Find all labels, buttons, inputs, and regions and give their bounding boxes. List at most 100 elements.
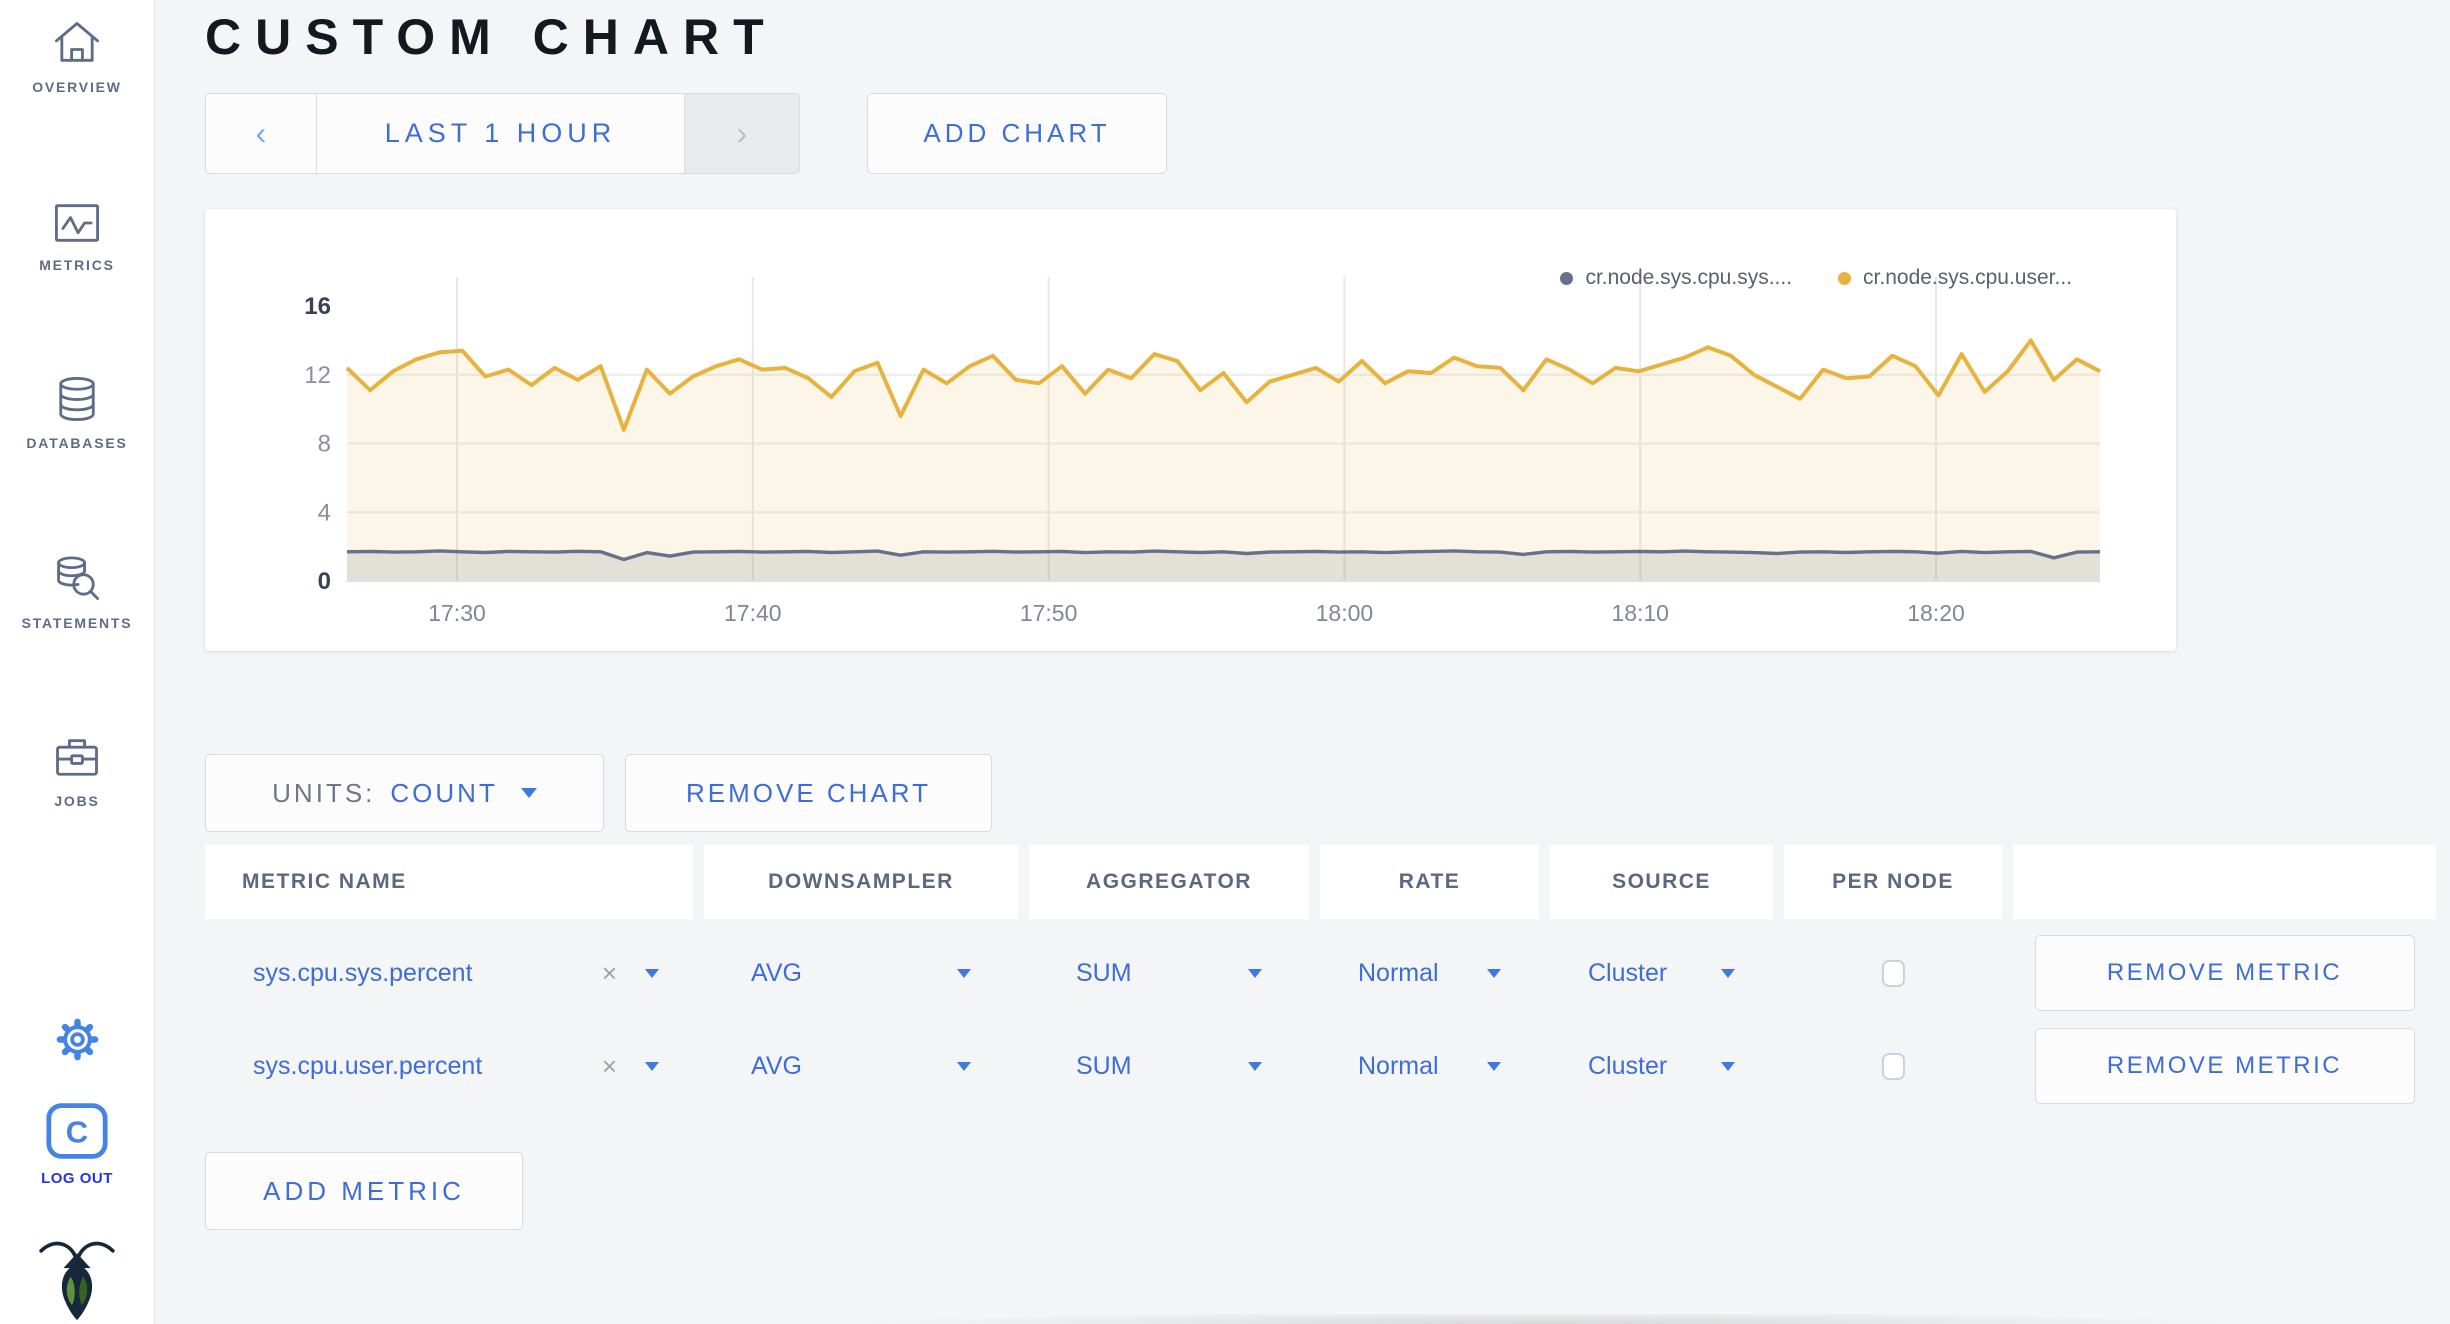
svg-text:12: 12 xyxy=(304,362,331,389)
add-chart-button[interactable]: ADD CHART xyxy=(867,93,1167,174)
cockroach-bug-icon xyxy=(0,1236,154,1320)
svg-text:0: 0 xyxy=(318,568,331,595)
column-header-rate: RATE xyxy=(1320,845,1539,919)
logout-button[interactable]: C LOG OUT xyxy=(0,1100,154,1187)
metrics-table: METRIC NAME DOWNSAMPLER AGGREGATOR RATE … xyxy=(205,845,2436,1105)
legend-dot-user xyxy=(1838,271,1852,285)
chevron-down-icon xyxy=(1721,1061,1735,1071)
column-header-actions xyxy=(2013,845,2436,919)
sidebar-item-metrics[interactable]: METRICS xyxy=(0,200,154,273)
chevron-down-icon xyxy=(520,788,537,798)
chevron-down-icon xyxy=(1721,968,1735,978)
database-icon xyxy=(0,374,154,424)
legend-dot-sys xyxy=(1560,271,1574,285)
downsampler-dropdown[interactable]: AVG xyxy=(704,934,1018,1012)
sidebar-item-overview[interactable]: OVERVIEW xyxy=(0,18,154,95)
chevron-down-icon xyxy=(645,968,659,978)
chevron-left-icon: ‹ xyxy=(255,115,267,151)
actions-cell: REMOVE METRIC xyxy=(2013,934,2436,1012)
svg-text:17:50: 17:50 xyxy=(1020,600,1078,626)
legend-label-sys: cr.node.sys.cpu.sys.... xyxy=(1585,266,1793,289)
source-dropdown[interactable]: Cluster xyxy=(1550,934,1773,1012)
aggregator-value: SUM xyxy=(1076,958,1132,987)
svg-text:8: 8 xyxy=(318,431,331,458)
metric-name-dropdown[interactable]: sys.cpu.user.percent × xyxy=(205,1027,693,1105)
downsampler-value: AVG xyxy=(751,1051,802,1080)
cockroach-logo[interactable] xyxy=(0,1236,154,1320)
source-dropdown[interactable]: Cluster xyxy=(1550,1027,1773,1105)
statements-icon xyxy=(0,554,154,604)
per-node-cell xyxy=(1784,934,2002,1012)
per-node-checkbox[interactable] xyxy=(1881,959,1905,987)
home-icon xyxy=(0,18,154,68)
chevron-down-icon xyxy=(957,1061,971,1071)
actions-cell: REMOVE METRIC xyxy=(2013,1027,2436,1105)
legend-item-user[interactable]: cr.node.sys.cpu.user... xyxy=(1838,266,2072,290)
sidebar-item-label: OVERVIEW xyxy=(32,79,122,95)
metric-name-value: sys.cpu.user.percent xyxy=(253,1051,483,1080)
chevron-down-icon xyxy=(1248,1061,1262,1071)
gear-icon xyxy=(0,1016,154,1063)
aggregator-dropdown[interactable]: SUM xyxy=(1029,1027,1309,1105)
settings-button[interactable] xyxy=(0,1016,154,1063)
sidebar: OVERVIEW METRICS DATABASES STATEMENTS JO… xyxy=(0,0,155,1324)
rate-dropdown[interactable]: Normal xyxy=(1320,934,1539,1012)
chart-options-row: UNITS: COUNT REMOVE CHART xyxy=(205,754,2450,832)
svg-text:18:00: 18:00 xyxy=(1316,600,1374,626)
aggregator-value: SUM xyxy=(1076,1051,1132,1080)
svg-text:18:20: 18:20 xyxy=(1907,600,1965,626)
rate-dropdown[interactable]: Normal xyxy=(1320,1027,1539,1105)
svg-text:C: C xyxy=(66,1114,88,1149)
chevron-down-icon xyxy=(957,968,971,978)
add-metric-button[interactable]: ADD METRIC xyxy=(205,1152,523,1230)
remove-metric-button[interactable]: REMOVE METRIC xyxy=(2034,1028,2415,1104)
logout-label: LOG OUT xyxy=(41,1170,113,1187)
chart-card: 17:30 17:40 17:50 18:00 18:10 18:20 0 4 8 12 16 cr… xyxy=(205,209,2176,651)
units-value: COUNT xyxy=(390,777,498,808)
svg-text:18:10: 18:10 xyxy=(1611,600,1669,626)
column-header-aggregator: AGGREGATOR xyxy=(1029,845,1309,919)
per-node-checkbox[interactable] xyxy=(1881,1052,1905,1080)
remove-metric-button[interactable]: REMOVE METRIC xyxy=(2034,935,2415,1011)
column-header-downsampler: DOWNSAMPLER xyxy=(704,845,1018,919)
time-range-selector: ‹ LAST 1 HOUR › xyxy=(205,93,800,174)
svg-text:16: 16 xyxy=(304,293,331,320)
downsampler-dropdown[interactable]: AVG xyxy=(704,1027,1018,1105)
source-value: Cluster xyxy=(1588,958,1668,987)
svg-text:17:30: 17:30 xyxy=(428,600,486,626)
column-header-metric-name: METRIC NAME xyxy=(205,845,693,919)
sidebar-item-databases[interactable]: DATABASES xyxy=(0,374,154,451)
legend-label-user: cr.node.sys.cpu.user... xyxy=(1863,266,2072,289)
time-range-prev-button[interactable]: ‹ xyxy=(206,94,316,173)
chevron-down-icon xyxy=(1487,968,1501,978)
metric-name-dropdown[interactable]: sys.cpu.sys.percent × xyxy=(205,934,693,1012)
clear-icon[interactable]: × xyxy=(602,960,617,986)
aggregator-dropdown[interactable]: SUM xyxy=(1029,934,1309,1012)
sidebar-item-jobs[interactable]: JOBS xyxy=(0,734,154,809)
sidebar-item-statements[interactable]: STATEMENTS xyxy=(0,554,154,631)
chevron-down-icon xyxy=(1248,968,1262,978)
units-dropdown[interactable]: UNITS: COUNT xyxy=(205,754,604,832)
metric-name-controls: × xyxy=(602,960,659,986)
sidebar-item-label: DATABASES xyxy=(26,435,128,451)
column-header-per-node: PER NODE xyxy=(1784,845,2002,919)
chevron-down-icon xyxy=(645,1061,659,1071)
svg-text:17:40: 17:40 xyxy=(724,600,782,626)
cockroach-c-icon: C xyxy=(0,1100,154,1162)
jobs-icon xyxy=(0,734,154,782)
time-range-label[interactable]: LAST 1 HOUR xyxy=(316,94,685,173)
source-value: Cluster xyxy=(1588,1051,1668,1080)
time-range-next-button[interactable]: › xyxy=(685,94,799,173)
clear-icon[interactable]: × xyxy=(602,1053,617,1079)
svg-text:4: 4 xyxy=(318,499,331,526)
legend-item-sys[interactable]: cr.node.sys.cpu.sys.... xyxy=(1560,266,1792,290)
sidebar-item-label: JOBS xyxy=(54,793,100,809)
metric-name-controls: × xyxy=(602,1053,659,1079)
per-node-cell xyxy=(1784,1027,2002,1105)
sidebar-item-label: METRICS xyxy=(39,257,115,273)
chart-legend: cr.node.sys.cpu.sys.... cr.node.sys.cpu.… xyxy=(1560,266,2072,290)
downsampler-value: AVG xyxy=(751,958,802,987)
controls-row: ‹ LAST 1 HOUR › ADD CHART xyxy=(205,93,2450,174)
remove-chart-button[interactable]: REMOVE CHART xyxy=(625,754,992,832)
metrics-icon xyxy=(0,200,154,246)
